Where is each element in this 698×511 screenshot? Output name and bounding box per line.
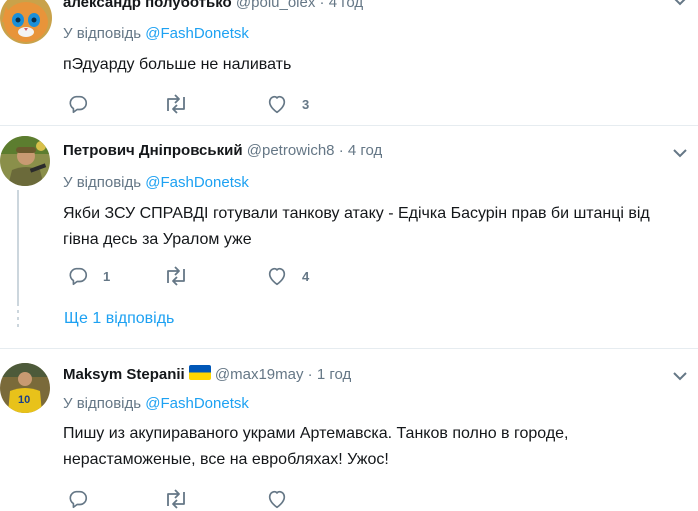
- tweet-2[interactable]: Петрович Дніпровський @petrowich8 · 4 го…: [0, 126, 698, 348]
- like-button[interactable]: 3: [266, 92, 309, 116]
- reply-to-line: У відповідь @FashDonetsk: [63, 174, 249, 191]
- reply-to-prefix: У відповідь: [63, 25, 142, 42]
- reply-to-prefix: У відповідь: [63, 395, 142, 412]
- tweet-1[interactable]: александр полуботько @polu_olex · 4 год …: [0, 0, 698, 125]
- heart-icon: [268, 95, 286, 114]
- ukraine-flag-icon: [188, 365, 211, 380]
- reply-count: 1: [103, 268, 111, 284]
- tweet-time[interactable]: 4 год: [329, 0, 363, 11]
- chevron-down-icon[interactable]: [672, 371, 688, 381]
- reply-to-line: У відповідь @FashDonetsk: [63, 25, 249, 42]
- tweet-text: Якби ЗСУ СПРАВДІ готували танкову атаку …: [63, 205, 650, 248]
- tweet-header: Maksym Stepanii @max19may · 1 год: [63, 365, 351, 383]
- heart-icon: [268, 490, 286, 509]
- reply-button[interactable]: [67, 487, 89, 511]
- avatar-maksym[interactable]: 10: [0, 363, 50, 413]
- show-more-replies-link[interactable]: Ще 1 відповідь: [64, 310, 174, 328]
- author-handle[interactable]: @petrowich8: [247, 142, 335, 159]
- author-name[interactable]: Maksym Stepanii: [63, 366, 185, 383]
- tweet-text: Пишу из акупираваного украми Артемавска.…: [63, 425, 569, 468]
- reply-to-mention[interactable]: @FashDonetsk: [145, 395, 249, 412]
- tweet-header: александр полуботько @polu_olex · 4 год: [63, 0, 363, 11]
- tweet-time[interactable]: 4 год: [348, 142, 382, 159]
- author-name[interactable]: александр полуботько: [63, 0, 232, 11]
- thread-line: [17, 190, 19, 306]
- separator-dot: ·: [319, 0, 325, 11]
- reply-to-line: У відповідь @FashDonetsk: [63, 395, 249, 412]
- retweet-button[interactable]: [163, 487, 189, 511]
- author-handle[interactable]: @polu_olex: [236, 0, 315, 11]
- reply-to-prefix: У відповідь: [63, 174, 142, 191]
- reply-to-mention[interactable]: @FashDonetsk: [145, 174, 249, 191]
- heart-icon: [268, 267, 286, 286]
- retweet-icon: [167, 94, 185, 114]
- tweet-3[interactable]: 10 Maksym Stepanii @max19may · 1 год У в…: [0, 349, 698, 509]
- retweet-icon: [167, 489, 185, 509]
- separator-dot: ·: [307, 366, 313, 383]
- separator-dot: ·: [338, 142, 344, 159]
- reply-icon: [69, 95, 88, 114]
- author-name[interactable]: Петрович Дніпровський: [63, 142, 243, 159]
- retweet-icon: [167, 266, 185, 286]
- reply-icon: [69, 267, 88, 286]
- reply-to-mention[interactable]: @FashDonetsk: [145, 25, 249, 42]
- reply-button[interactable]: [67, 92, 103, 116]
- thread-dots: [17, 310, 19, 327]
- tweet-time[interactable]: 1 год: [317, 366, 351, 383]
- like-count: 3: [302, 96, 310, 112]
- retweet-button[interactable]: [163, 92, 189, 116]
- chevron-down-icon[interactable]: [672, 148, 688, 158]
- reply-icon: [69, 490, 88, 509]
- retweet-button[interactable]: [163, 264, 189, 288]
- like-button[interactable]: 4: [266, 264, 309, 288]
- author-handle[interactable]: @max19may: [215, 366, 304, 383]
- avatar-petrowich[interactable]: [0, 136, 50, 186]
- like-count: 4: [302, 268, 310, 284]
- tweet-header: Петрович Дніпровський @petrowich8 · 4 го…: [63, 142, 382, 159]
- svg-text:10: 10: [18, 394, 30, 406]
- tweet-text: пЭдуарду больше не наливать: [63, 56, 292, 73]
- like-button[interactable]: [266, 487, 288, 511]
- avatar-cat[interactable]: [0, 0, 52, 44]
- reply-button[interactable]: 1: [67, 264, 110, 288]
- chevron-down-icon[interactable]: [672, 0, 688, 6]
